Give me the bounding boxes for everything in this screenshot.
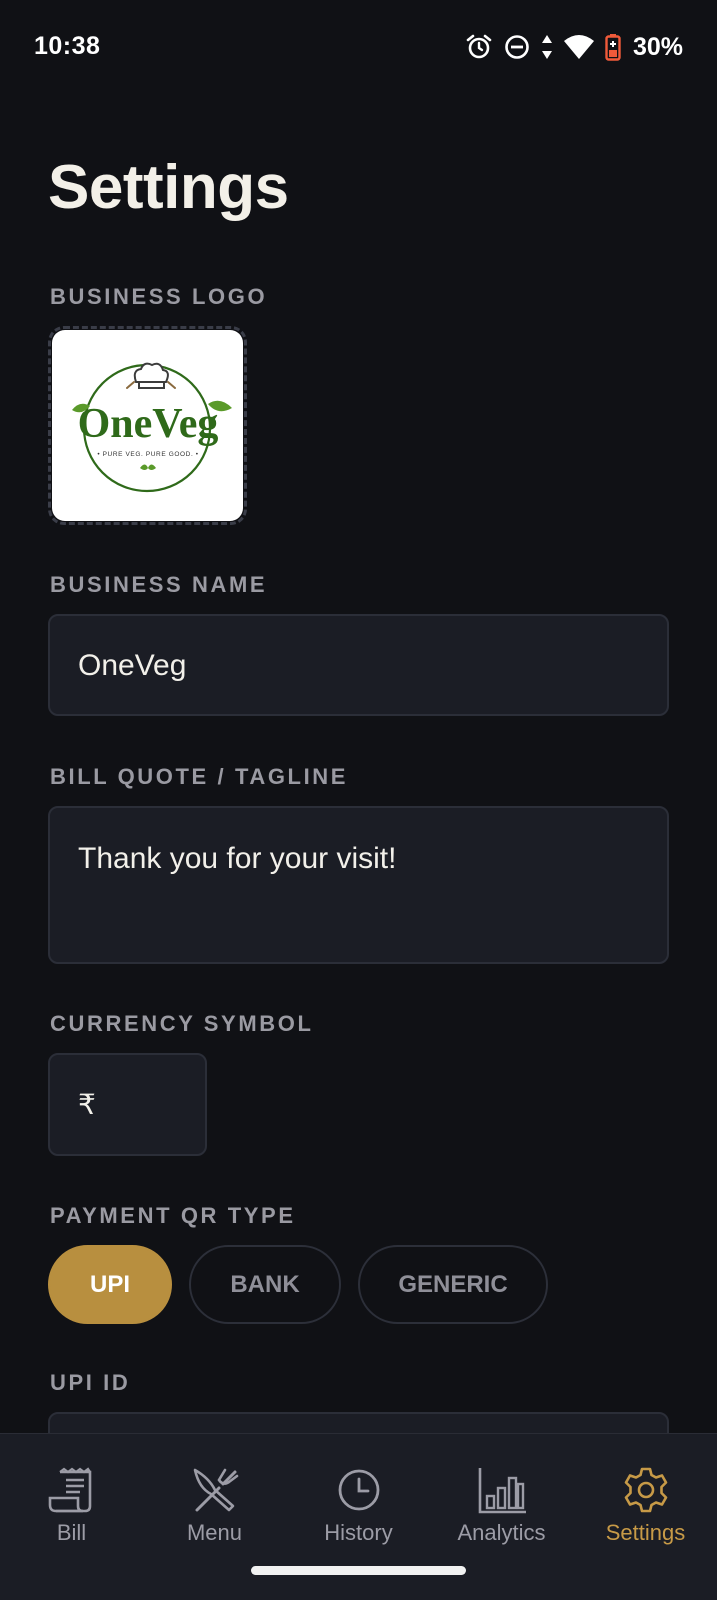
do-not-disturb-icon: [505, 35, 529, 59]
page-title: Settings: [48, 153, 289, 222]
wifi-icon: [563, 35, 594, 59]
clock-icon: [338, 1469, 379, 1511]
nav-item-history[interactable]: History: [287, 1434, 430, 1574]
qr-type-generic-chip[interactable]: GENERIC: [358, 1245, 548, 1324]
upi-id-label: UPI ID: [50, 1370, 131, 1395]
utensils-icon: [193, 1468, 238, 1512]
home-indicator[interactable]: [251, 1566, 466, 1575]
currency-input[interactable]: ₹: [48, 1053, 207, 1156]
currency-label: CURRENCY SYMBOL: [50, 1011, 314, 1036]
tagline-label: BILL QUOTE / TAGLINE: [50, 764, 349, 789]
nav-label-settings: Settings: [605, 1520, 686, 1545]
oneveg-logo: OneVeg • PURE VEG. PURE GOOD. •: [72, 362, 232, 493]
nav-item-settings[interactable]: Settings: [574, 1434, 717, 1574]
business-logo-image[interactable]: OneVeg • PURE VEG. PURE GOOD. •: [52, 330, 243, 521]
business-logo-label: BUSINESS LOGO: [50, 284, 268, 309]
alarm-icon: [466, 34, 492, 59]
logo-brand-text: OneVeg: [78, 401, 219, 447]
bar-chart-icon: [478, 1468, 526, 1514]
receipt-icon: [48, 1467, 91, 1513]
tagline-value: Thank you for your visit!: [78, 842, 397, 875]
business-name-value: OneVeg: [78, 649, 187, 682]
qr-type-upi-chip[interactable]: UPI: [48, 1245, 172, 1324]
nav-label-analytics: Analytics: [457, 1520, 546, 1545]
status-time: 10:38: [34, 32, 101, 60]
nav-item-bill[interactable]: Bill: [0, 1434, 143, 1574]
nav-label-history: History: [324, 1520, 393, 1545]
payment-qr-label: PAYMENT QR TYPE: [50, 1203, 296, 1228]
chef-hat-icon: [133, 362, 169, 389]
nav-item-analytics[interactable]: Analytics: [430, 1434, 573, 1574]
status-icons: 30%: [465, 30, 683, 64]
data-arrows-icon: [541, 35, 552, 59]
nav-item-menu[interactable]: Menu: [143, 1434, 286, 1574]
nav-label-menu: Menu: [186, 1520, 243, 1545]
qr-type-bank-chip[interactable]: BANK: [189, 1245, 341, 1324]
currency-value: ₹: [78, 1089, 96, 1120]
settings-screen: 10:38 30% Settings BUSINESS LOGO OneVeg …: [0, 0, 717, 1600]
gear-icon: [624, 1467, 667, 1513]
nav-label-bill: Bill: [56, 1520, 87, 1545]
battery-percentage: 30%: [632, 32, 683, 61]
business-name-label: BUSINESS NAME: [50, 572, 268, 597]
tagline-textarea[interactable]: Thank you for your visit!: [48, 806, 669, 964]
logo-brand-tagline: • PURE VEG. PURE GOOD. •: [97, 451, 198, 458]
status-bar: 10:38 30%: [0, 0, 717, 96]
business-name-input[interactable]: OneVeg: [48, 614, 669, 716]
battery-icon: [605, 34, 621, 61]
